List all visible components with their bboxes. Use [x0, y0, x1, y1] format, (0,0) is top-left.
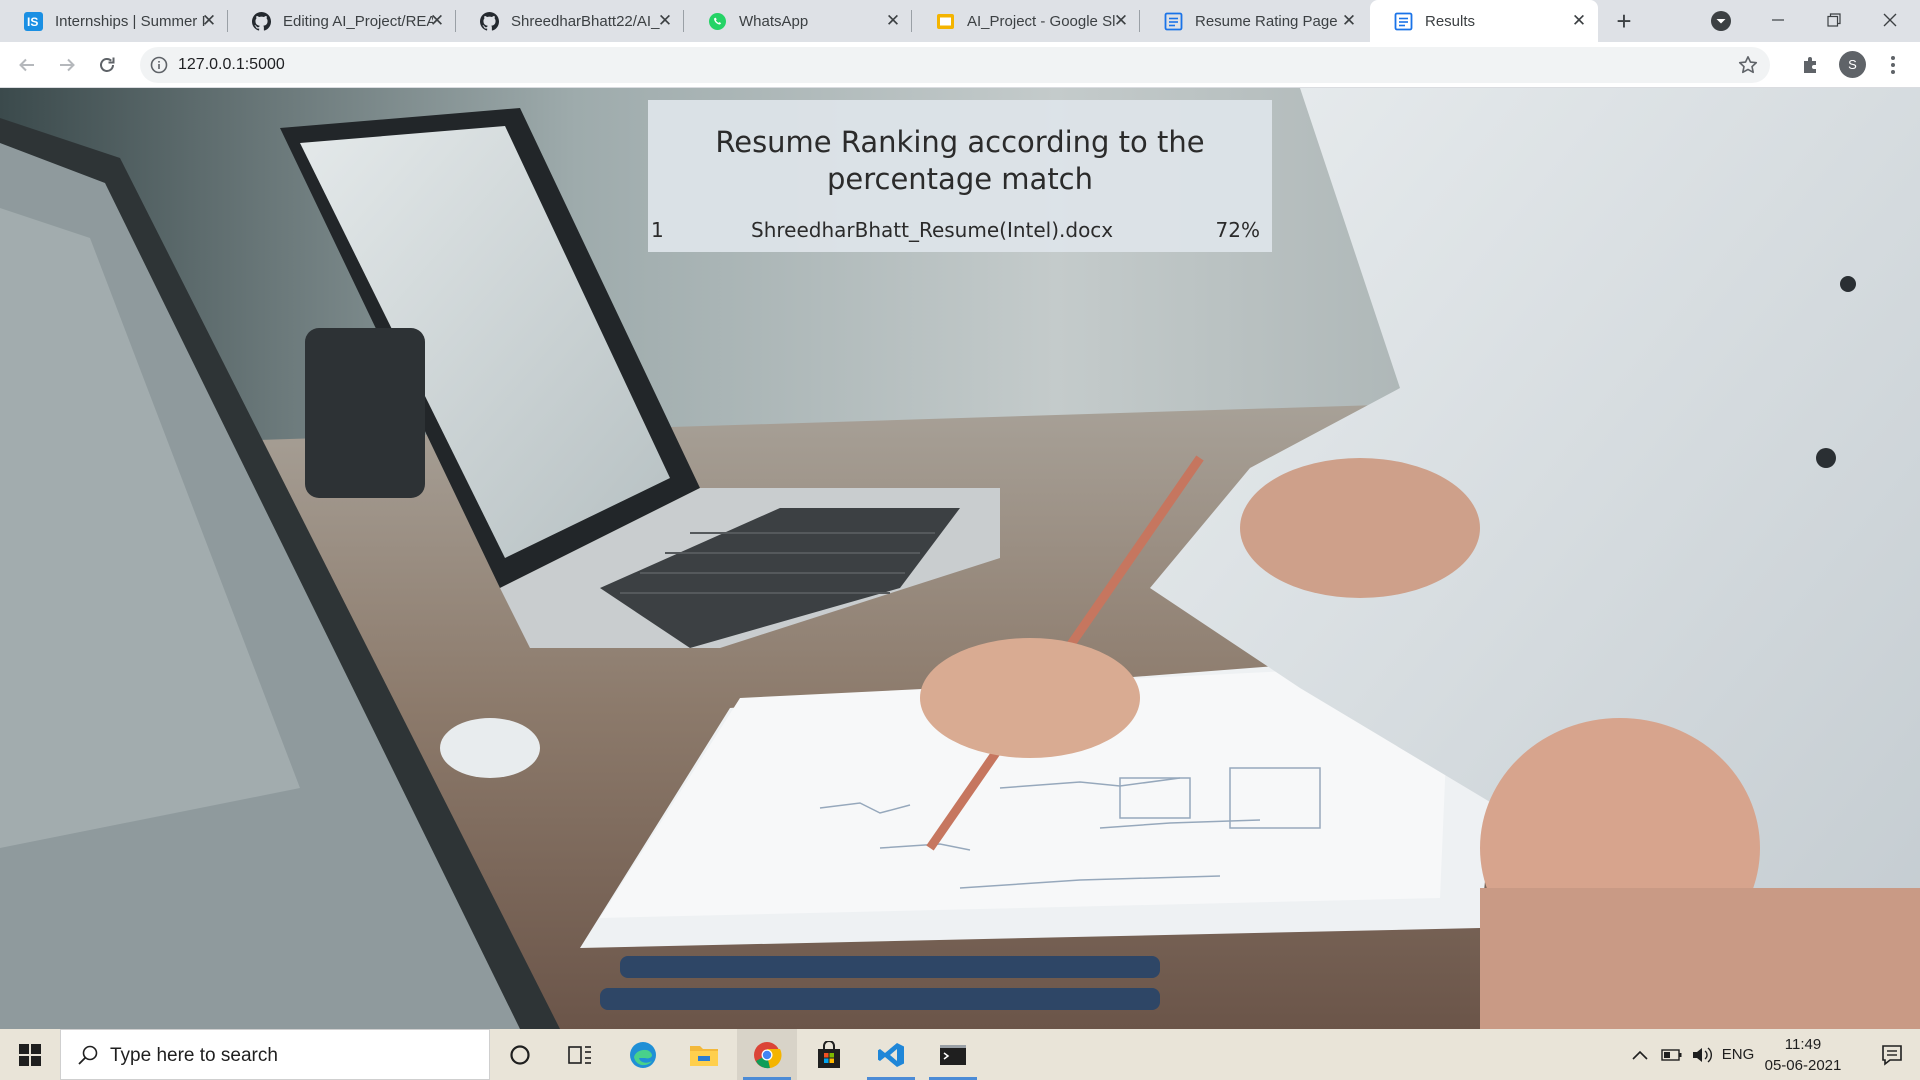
result-rank: 1	[651, 218, 664, 242]
reload-icon[interactable]	[94, 52, 120, 78]
page-icon	[1394, 12, 1413, 31]
tab-title: Internships | Summer I	[55, 12, 205, 30]
forward-icon[interactable]	[54, 52, 80, 78]
close-icon[interactable]: ✕	[428, 12, 446, 30]
back-icon[interactable]	[14, 52, 40, 78]
address-bar[interactable]: 127.0.0.1:5000	[140, 47, 1770, 83]
tab-resume-rating[interactable]: Resume Rating Page ✕	[1140, 0, 1368, 42]
page-title: Resume Ranking according to the percenta…	[715, 125, 1205, 196]
store-icon[interactable]	[799, 1029, 859, 1080]
show-hidden-icons-chevron-up-icon[interactable]	[1624, 1029, 1656, 1080]
more-menu-icon[interactable]	[1882, 53, 1904, 77]
tab-results[interactable]: Results ✕	[1370, 0, 1598, 42]
taskbar-clock[interactable]: 11:49 05-06-2021	[1748, 1034, 1858, 1076]
tab-title: Resume Rating Page	[1195, 12, 1338, 30]
tab-strip: IS Internships | Summer I ✕ Editing AI_P…	[0, 0, 1920, 42]
google-slides-icon	[936, 12, 955, 31]
profile-avatar[interactable]: S	[1839, 51, 1866, 78]
github-icon	[252, 11, 271, 31]
table-row: 1 ShreedharBhatt_Resume(Intel).docx 72%	[648, 218, 1272, 244]
close-window-icon[interactable]	[1862, 0, 1918, 40]
whatsapp-icon	[708, 12, 727, 31]
results-card: Resume Ranking according to the percenta…	[648, 100, 1272, 252]
search-icon	[77, 1044, 99, 1066]
battery-icon[interactable]	[1658, 1029, 1686, 1080]
minimize-icon[interactable]	[1750, 0, 1806, 40]
vscode-icon[interactable]	[861, 1029, 921, 1080]
restore-icon[interactable]	[1806, 0, 1862, 40]
bookmark-star-icon[interactable]	[1738, 55, 1758, 75]
result-filename: ShreedharBhatt_Resume(Intel).docx	[751, 218, 1114, 242]
clock-time: 11:49	[1784, 1036, 1822, 1053]
result-match-percent: 72%	[1215, 218, 1260, 242]
page-viewport: Resume Ranking according to the percenta…	[0, 88, 1920, 1029]
tab-editing-readme[interactable]: Editing AI_Project/REA ✕	[228, 0, 456, 42]
close-icon[interactable]: ✕	[1340, 12, 1358, 30]
clock-date: 05-06-2021	[1764, 1057, 1842, 1074]
tab-search-icon[interactable]	[1710, 10, 1732, 32]
close-icon[interactable]: ✕	[884, 12, 902, 30]
tab-internships[interactable]: IS Internships | Summer I ✕	[0, 0, 228, 42]
tab-title: Results	[1425, 12, 1476, 30]
notification-center-icon[interactable]	[1864, 1029, 1920, 1080]
edge-icon[interactable]	[613, 1029, 673, 1080]
close-icon[interactable]: ✕	[656, 12, 674, 30]
tab-title: Editing AI_Project/REA	[283, 12, 433, 30]
close-icon[interactable]: ✕	[200, 12, 218, 30]
tab-github-repo[interactable]: ShreedharBhatt22/AI_ ✕	[456, 0, 684, 42]
terminal-icon[interactable]	[923, 1029, 983, 1080]
tab-title: WhatsApp	[739, 12, 809, 30]
tab-whatsapp[interactable]: WhatsApp ✕	[684, 0, 912, 42]
internshala-icon: IS	[24, 11, 43, 31]
github-icon	[480, 11, 499, 31]
browser-toolbar: 127.0.0.1:5000 S	[0, 42, 1920, 88]
tab-title: AI_Project - Google Sl	[967, 12, 1116, 30]
chrome-icon[interactable]	[737, 1029, 797, 1080]
close-icon[interactable]: ✕	[1570, 12, 1588, 30]
url-text[interactable]: 127.0.0.1:5000	[178, 56, 285, 74]
site-info-icon[interactable]	[150, 56, 168, 74]
close-icon[interactable]: ✕	[1112, 12, 1130, 30]
svg-text:IS: IS	[27, 15, 38, 29]
new-tab-button[interactable]: +	[1610, 8, 1638, 36]
taskbar-search-box[interactable]: Type here to search	[60, 1029, 490, 1080]
volume-icon[interactable]	[1688, 1029, 1716, 1080]
page-icon	[1164, 12, 1183, 31]
search-placeholder: Type here to search	[110, 1045, 278, 1066]
tab-google-slides[interactable]: AI_Project - Google Sl ✕	[912, 0, 1140, 42]
windows-start-icon[interactable]	[0, 1029, 60, 1080]
extensions-puzzle-icon[interactable]	[1800, 54, 1822, 76]
file-explorer-icon[interactable]	[674, 1029, 734, 1080]
windows-taskbar: Type here to search ENG 11:49 05-06-2021	[0, 1029, 1920, 1080]
cortana-icon[interactable]	[490, 1029, 550, 1080]
task-view-icon[interactable]	[550, 1029, 610, 1080]
tab-title: ShreedharBhatt22/AI_	[511, 12, 660, 30]
